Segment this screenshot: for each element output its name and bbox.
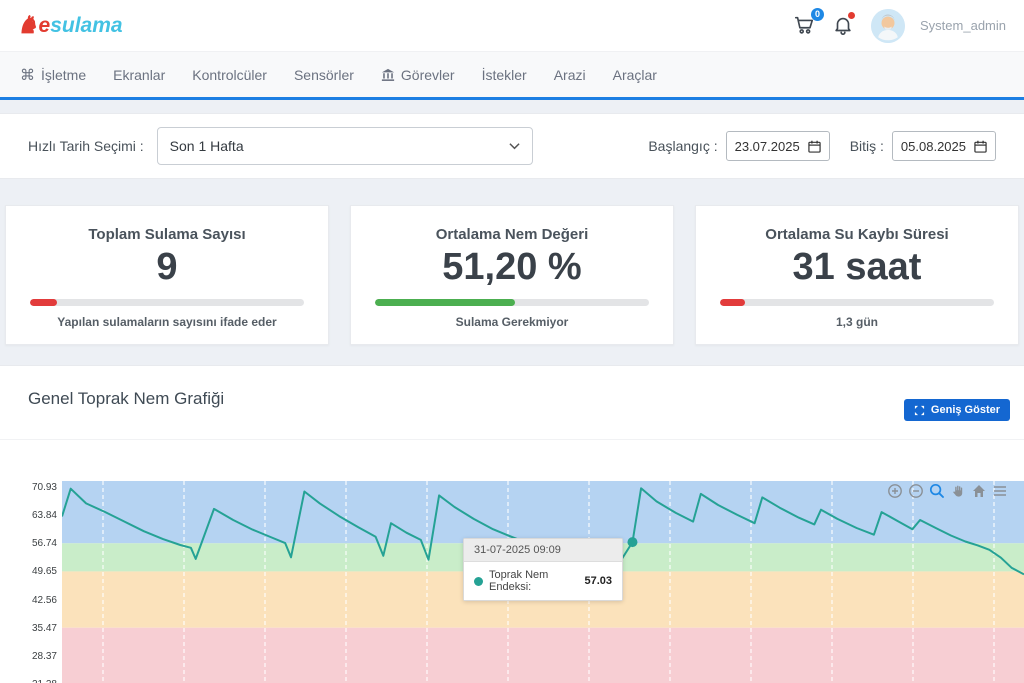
stats-row: Toplam Sulama Sayısı 9 Yapılan sulamalar… (0, 205, 1024, 345)
stat-title: Toplam Sulama Sayısı (88, 226, 245, 243)
zoom-out-icon[interactable] (908, 483, 924, 499)
stat-title: Ortalama Su Kaybı Süresi (765, 226, 948, 243)
tooltip-series-label: Toprak Nem Endeksi: (489, 569, 578, 593)
calendar-icon (808, 140, 821, 153)
stat-value: 9 (156, 247, 177, 289)
y-tick-label: 70.93 (32, 482, 57, 493)
nav-item-isletme[interactable]: ⌘ İşletme (20, 66, 86, 84)
nav-item-ekranlar[interactable]: Ekranlar (113, 67, 165, 83)
menu-lines-icon[interactable] (992, 483, 1008, 499)
nav-label: İstekler (482, 67, 527, 83)
nav-label: Ekranlar (113, 67, 165, 83)
stat-progress-fill (30, 299, 57, 306)
nav-label: Sensörler (294, 67, 354, 83)
username[interactable]: System_admin (920, 18, 1006, 33)
y-tick-label: 42.56 (32, 595, 57, 606)
chart-tooltip: 31-07-2025 09:09 Toprak Nem Endeksi: 57.… (463, 538, 623, 601)
command-icon: ⌘ (20, 66, 35, 84)
end-date-value: 05.08.2025 (901, 139, 966, 154)
nav-label: Araçlar (613, 67, 657, 83)
start-date-value: 23.07.2025 (735, 139, 800, 154)
nav-item-gorevler[interactable]: Görevler (381, 67, 455, 83)
stat-progress-track (30, 299, 304, 306)
nav-label: Kontrolcüler (192, 67, 267, 83)
home-reset-icon[interactable] (971, 483, 987, 499)
soil-moisture-chart-card: Genel Toprak Nem Grafiği Geniş Göster 70… (0, 365, 1024, 683)
end-date-label: Bitiş : (850, 138, 884, 154)
cart-badge: 0 (811, 8, 824, 21)
main-nav: ⌘ İşletme Ekranlar Kontrolcüler Sensörle… (0, 52, 1024, 100)
stat-value: 51,20 % (442, 247, 581, 289)
chart-y-axis: 70.93 63.84 56.74 49.65 42.56 35.47 28.37 21.28 (0, 366, 57, 683)
nav-item-sensorler[interactable]: Sensörler (294, 67, 354, 83)
hover-marker-dot (627, 537, 637, 547)
start-date-label: Başlangıç : (648, 138, 717, 154)
topbar-actions: 0 System_admin (793, 9, 1006, 43)
y-tick-label: 28.37 (32, 651, 57, 662)
y-tick-label: 63.84 (32, 510, 57, 521)
y-tick-label: 49.65 (32, 566, 57, 577)
stat-card-total-irrigation: Toplam Sulama Sayısı 9 Yapılan sulamalar… (5, 205, 329, 345)
page: ♞ e sulama 0 (0, 0, 1024, 683)
stat-progress-fill (720, 299, 745, 306)
bank-icon (381, 68, 395, 82)
nav-item-araclar[interactable]: Araçlar (613, 67, 657, 83)
series-dot-icon (474, 577, 483, 586)
chart-modebar (887, 483, 1008, 499)
chevron-down-icon (509, 142, 520, 150)
calendar-icon (974, 140, 987, 153)
avatar[interactable] (871, 9, 905, 43)
zoom-in-icon[interactable] (887, 483, 903, 499)
nav-label: İşletme (41, 67, 86, 83)
logo-text: sulama (50, 14, 122, 38)
start-date-group: Başlangıç : 23.07.2025 (648, 131, 829, 161)
stat-progress-track (375, 299, 649, 306)
logo-text-prefix: e (39, 14, 51, 38)
quick-date-selected-value: Son 1 Hafta (170, 138, 244, 154)
expand-icon (914, 405, 925, 416)
stat-value: 31 saat (793, 247, 922, 289)
chart-title: Genel Toprak Nem Grafiği (28, 389, 224, 409)
nav-item-kontrolculer[interactable]: Kontrolcüler (192, 67, 267, 83)
stat-title: Ortalama Nem Değeri (436, 226, 589, 243)
stat-card-avg-water-loss: Ortalama Su Kaybı Süresi 31 saat 1,3 gün (695, 205, 1019, 345)
y-tick-label: 56.74 (32, 538, 57, 549)
stat-card-avg-moisture: Ortalama Nem Değeri 51,20 % Sulama Gerek… (350, 205, 674, 345)
y-tick-label: 35.47 (32, 623, 57, 634)
y-tick-label: 21.28 (32, 679, 57, 683)
topbar: ♞ e sulama 0 (0, 0, 1024, 52)
stat-progress-track (720, 299, 994, 306)
tooltip-date: 31-07-2025 09:09 (464, 539, 622, 562)
end-date-input[interactable]: 05.08.2025 (892, 131, 996, 161)
logo[interactable]: ♞ e sulama (18, 11, 123, 40)
start-date-input[interactable]: 23.07.2025 (726, 131, 830, 161)
quick-date-select[interactable]: Son 1 Hafta (157, 127, 533, 165)
tooltip-value: 57.03 (584, 575, 612, 587)
stat-progress-fill (375, 299, 515, 306)
stat-caption: Sulama Gerekmiyor (456, 315, 569, 329)
nav-label: Arazi (554, 67, 586, 83)
stat-caption: Yapılan sulamaların sayısını ifade eder (57, 315, 276, 329)
tooltip-body: Toprak Nem Endeksi: 57.03 (464, 562, 622, 600)
nav-label: Görevler (401, 67, 455, 83)
notification-dot (848, 12, 855, 19)
card-divider (0, 439, 1024, 440)
end-date-group: Bitiş : 05.08.2025 (850, 131, 996, 161)
stat-caption: 1,3 gün (836, 315, 878, 329)
autoscale-icon[interactable] (929, 483, 945, 499)
pan-hand-icon[interactable] (950, 483, 966, 499)
quick-date-label: Hızlı Tarih Seçimi : (28, 138, 144, 154)
expand-chart-button[interactable]: Geniş Göster (904, 399, 1010, 421)
avatar-image (871, 9, 905, 43)
cart-button[interactable]: 0 (793, 14, 817, 38)
filter-bar: Hızlı Tarih Seçimi : Son 1 Hafta Başlang… (0, 113, 1024, 179)
horse-logo-icon: ♞ (18, 11, 40, 40)
nav-item-istekler[interactable]: İstekler (482, 67, 527, 83)
nav-item-arazi[interactable]: Arazi (554, 67, 586, 83)
expand-button-label: Geniş Göster (931, 404, 1000, 416)
notifications-button[interactable] (832, 14, 856, 38)
